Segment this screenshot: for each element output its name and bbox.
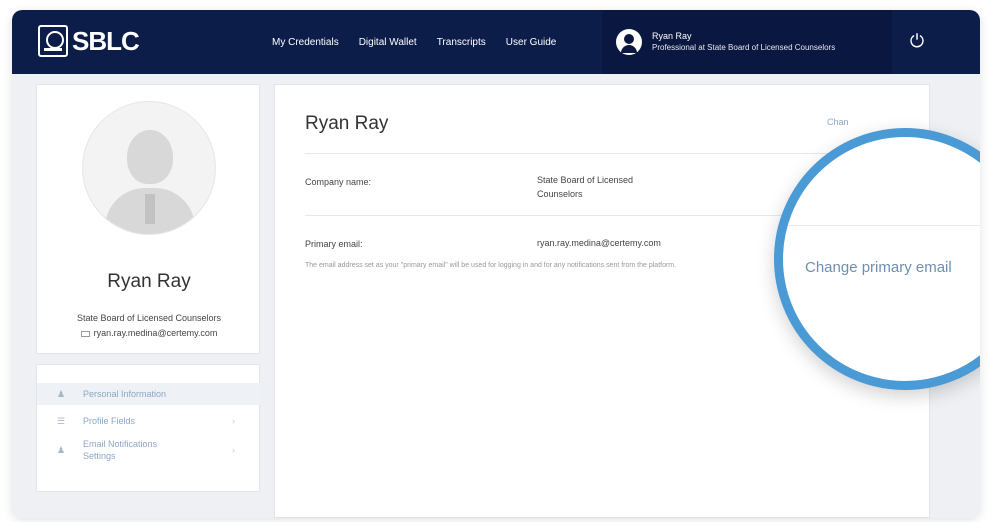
- user-menu[interactable]: Ryan Ray Professional at State Board of …: [602, 10, 892, 74]
- avatar-tie: [145, 194, 155, 224]
- menu-item-profile-fields[interactable]: ☰ Profile Fields ›: [37, 411, 261, 431]
- person-icon: ♟: [57, 444, 66, 455]
- page-title: Ryan Ray: [305, 113, 389, 134]
- primary-email-value: ryan.ray.medina@certemy.com: [537, 238, 661, 248]
- menu-item-label: Profile Fields: [83, 416, 136, 426]
- company-name-label: Company name:: [305, 177, 372, 187]
- list-icon: ☰: [57, 415, 66, 426]
- logo-text: SBLC: [72, 25, 140, 56]
- app-window: SBLC My Credentials Digital Wallet Trans…: [12, 10, 980, 518]
- profile-email: ryan.ray.medina@certemy.com: [93, 328, 218, 338]
- profile-email-row: ryan.ray.medina@certemy.com: [37, 328, 261, 338]
- certificate-icon: [38, 25, 68, 57]
- user-role: Professional at State Board of Licensed …: [652, 43, 836, 52]
- top-navigation-bar: SBLC My Credentials Digital Wallet Trans…: [12, 10, 980, 74]
- menu-item-label: Email Notifications Settings: [83, 439, 158, 461]
- chevron-right-icon: ›: [232, 416, 235, 426]
- nav-transcripts[interactable]: Transcripts: [437, 37, 486, 48]
- main-nav: My Credentials Digital Wallet Transcript…: [272, 10, 576, 74]
- mail-icon: [80, 330, 90, 337]
- person-icon: ♟: [57, 388, 66, 399]
- profile-card: Ryan Ray State Board of Licensed Counsel…: [36, 84, 260, 354]
- change-primary-email-link[interactable]: Change primary email: [805, 259, 952, 276]
- profile-name: Ryan Ray: [107, 271, 191, 292]
- divider: [783, 225, 980, 226]
- sblc-logo[interactable]: SBLC: [38, 24, 158, 58]
- primary-email-note: The email address set as your "primary e…: [305, 262, 677, 269]
- profile-side-menu: ♟ Personal Information ☰ Profile Fields …: [36, 364, 261, 492]
- user-info: Ryan Ray Professional at State Board of …: [652, 30, 835, 54]
- chevron-right-icon: ›: [232, 445, 235, 455]
- profile-avatar: [82, 101, 216, 235]
- divider: [305, 153, 901, 154]
- nav-user-guide[interactable]: User Guide: [506, 37, 557, 48]
- menu-item-email-notifications[interactable]: ♟ Email Notifications Settings ›: [37, 435, 261, 465]
- avatar-head: [127, 130, 173, 184]
- profile-organization: State Board of Licensed Counselors: [76, 313, 222, 323]
- user-name: Ryan Ray: [652, 31, 692, 41]
- user-avatar-icon: [616, 29, 642, 55]
- nav-my-credentials[interactable]: My Credentials: [272, 37, 339, 48]
- primary-email-label: Primary email:: [305, 239, 363, 249]
- change-link[interactable]: Chan: [827, 117, 849, 127]
- menu-item-label: Personal Information: [83, 389, 167, 399]
- power-icon[interactable]: ⏻: [906, 30, 928, 52]
- nav-digital-wallet[interactable]: Digital Wallet: [359, 37, 417, 48]
- menu-item-personal-information[interactable]: ♟ Personal Information: [37, 383, 261, 405]
- company-name-value: State Board of Licensed Counselors: [537, 175, 634, 199]
